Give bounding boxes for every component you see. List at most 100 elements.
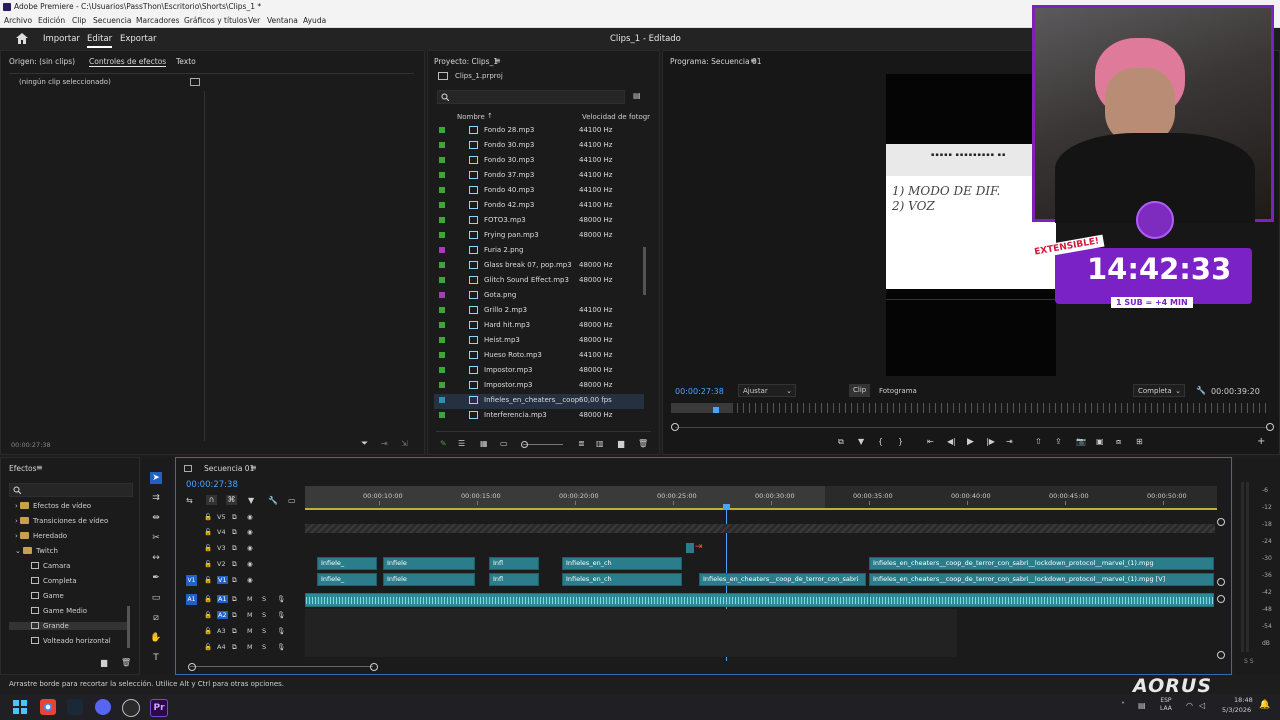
sync-lock-icon[interactable]: ⧉	[232, 576, 237, 585]
effects-title[interactable]: Efectos	[9, 464, 37, 473]
solo-button[interactable]: S	[262, 611, 266, 619]
v1-clip[interactable]: Infieles_en_cheaters__coop_de_terror_con…	[869, 573, 1214, 586]
filter-icon[interactable]: ⏷	[361, 439, 368, 449]
eye-icon[interactable]: ◉	[247, 576, 253, 584]
source-tab[interactable]: Origen: (sin clips)	[9, 57, 75, 66]
tray-network-icon[interactable]: ▤	[1138, 701, 1146, 710]
type-tool-icon[interactable]: T	[150, 652, 162, 664]
project-item[interactable]: Interferencia.mp3 48000 Hz	[434, 409, 644, 424]
effects-preset[interactable]: Volteado horizontal	[31, 637, 111, 645]
project-item[interactable]: FOTO3.mp3 48000 Hz	[434, 214, 644, 229]
project-item[interactable]: Fondo 30.mp3 44100 Hz	[434, 154, 644, 169]
project-item[interactable]: Fondo 37.mp3 44100 Hz	[434, 169, 644, 184]
sync-lock-icon[interactable]: ⧉	[232, 643, 237, 652]
menu-archivo[interactable]: Archivo	[4, 16, 32, 25]
project-item[interactable]: Gota.png	[434, 289, 644, 304]
captions-icon[interactable]: ▭	[288, 496, 296, 505]
project-search-input[interactable]	[437, 90, 625, 104]
lock-icon[interactable]: 🔓	[204, 576, 212, 584]
comparison-icon[interactable]: ▣	[1096, 437, 1104, 446]
step-forward-icon[interactable]: ⇥	[381, 439, 388, 448]
eye-icon[interactable]: ◉	[247, 560, 253, 568]
source-patch-v1[interactable]: V1	[186, 575, 197, 586]
zoom-left-handle[interactable]	[671, 423, 679, 431]
microphone-icon[interactable]: 🎙	[277, 611, 285, 619]
sort-icon[interactable]: ≣	[578, 439, 585, 448]
sync-lock-icon[interactable]: ⧉	[232, 627, 237, 636]
track-name[interactable]: V3	[217, 544, 226, 552]
project-item[interactable]: Impostor.mp3 48000 Hz	[434, 364, 644, 379]
import-tab[interactable]: Importar	[43, 34, 80, 44]
project-item[interactable]: Heist.mp3 48000 Hz	[434, 334, 644, 349]
microphone-icon[interactable]: 🎙	[277, 643, 285, 651]
v2-clip[interactable]: Infl	[489, 557, 539, 570]
camera-icon[interactable]: 📷	[1076, 437, 1086, 446]
small-clip[interactable]	[686, 543, 694, 553]
eye-icon[interactable]: ◉	[247, 513, 253, 521]
sync-lock-icon[interactable]: ⧉	[232, 544, 237, 553]
lock-icon[interactable]: 🔓	[204, 643, 212, 651]
zoom-slider[interactable]	[523, 444, 563, 445]
timeline-ruler[interactable]: 00:00:10:00 00:00:15:00 00:00:20:00 00:00:2…	[305, 486, 1217, 510]
freeform-view-icon[interactable]: ▭	[500, 439, 508, 448]
effects-folder[interactable]: › Efectos de vídeo	[15, 502, 91, 510]
menu-ayuda[interactable]: Ayuda	[303, 16, 326, 25]
zoom-right-handle[interactable]	[370, 663, 378, 671]
clip-toggle[interactable]: Clip	[849, 384, 871, 397]
premiere-icon[interactable]: Pr	[150, 699, 168, 717]
new-bin-button[interactable]: ▆	[618, 439, 624, 448]
effect-controls-tab[interactable]: Controles de efectos	[89, 57, 167, 67]
menu-graficos[interactable]: Gráficos y títulos	[184, 16, 247, 25]
project-item[interactable]: Impostor.mp3 48000 Hz	[434, 379, 644, 394]
solo-button[interactable]: S	[262, 643, 266, 651]
language-indicator[interactable]: ESP LAA	[1160, 697, 1172, 713]
project-item[interactable]: Hard hit.mp3 48000 Hz	[434, 319, 644, 334]
track-select-tool-icon[interactable]: ⇉	[150, 492, 162, 504]
speaker-icon[interactable]: ◁	[1199, 701, 1205, 710]
edit-tab[interactable]: Editar	[87, 34, 113, 48]
go-to-in-icon[interactable]: ⇤	[927, 437, 934, 446]
effects-preset[interactable]: Completa	[31, 577, 77, 585]
v1-clip[interactable]: Infieles_en_cheaters__coop_de_terror_con…	[699, 573, 866, 586]
solo-label[interactable]: S S	[1244, 658, 1254, 665]
lock-icon[interactable]: 🔓	[204, 627, 212, 635]
v2-clip[interactable]: Infieles_en_ch	[562, 557, 682, 570]
effects-preset[interactable]: Grande	[9, 622, 129, 630]
mark-in-icon[interactable]: {	[878, 437, 883, 446]
track-name[interactable]: A1	[217, 595, 228, 603]
horizontal-zoom-bar[interactable]	[190, 666, 373, 667]
zoom-left-handle[interactable]	[188, 663, 196, 671]
snap-icon[interactable]: ∩	[206, 495, 217, 505]
track-name[interactable]: V1	[217, 576, 228, 584]
track-zoom-handle[interactable]	[1217, 595, 1225, 603]
rate-column-header[interactable]: Velocidad de fotogr	[582, 113, 650, 121]
rectangle-tool-icon[interactable]: ▭	[150, 592, 162, 604]
export-frame-icon[interactable]: ⇲	[401, 439, 408, 448]
lock-icon[interactable]: 🔓	[204, 595, 212, 603]
project-item[interactable]: Glass break 07, pop.mp3 48000 Hz	[434, 259, 644, 274]
lock-icon[interactable]: 🔓	[204, 528, 212, 536]
frame-toggle[interactable]: Fotograma	[879, 387, 917, 395]
panel-options-icon[interactable]	[190, 78, 200, 86]
steam-icon[interactable]	[67, 699, 83, 715]
effects-folder[interactable]: › Heredado	[15, 532, 67, 540]
timeline-timecode[interactable]: 00:00:27:38	[186, 480, 238, 490]
project-item[interactable]: Furia 2.png	[434, 244, 644, 259]
sync-lock-icon[interactable]: ⧉	[232, 595, 237, 604]
quality-dropdown[interactable]: Completa ⌄	[1133, 384, 1185, 397]
sync-lock-icon[interactable]: ⧉	[232, 528, 237, 537]
trash-icon[interactable]: 🗑	[638, 439, 648, 448]
safe-margin-icon[interactable]: ⊞	[1136, 437, 1143, 446]
nest-icon[interactable]: ⇆	[186, 496, 193, 505]
menu-secuencia[interactable]: Secuencia	[93, 16, 131, 25]
sequence-tab[interactable]: Secuencia 01	[204, 464, 254, 473]
list-view-icon[interactable]: ☰	[458, 439, 465, 448]
pen-tool-icon[interactable]: ✒	[150, 572, 162, 584]
hand-tool-icon[interactable]: ✋	[150, 632, 162, 644]
chevron-down-icon[interactable]: ⌄	[15, 547, 23, 555]
track-name[interactable]: A2	[217, 611, 228, 619]
multicam-icon[interactable]: ⧈	[1116, 437, 1121, 447]
add-button-icon[interactable]: +	[1257, 436, 1265, 447]
v2-clip[interactable]: Infieles_en_cheaters__coop_de_terror_con…	[869, 557, 1214, 570]
notification-bell-icon[interactable]: 🔔	[1259, 700, 1270, 710]
